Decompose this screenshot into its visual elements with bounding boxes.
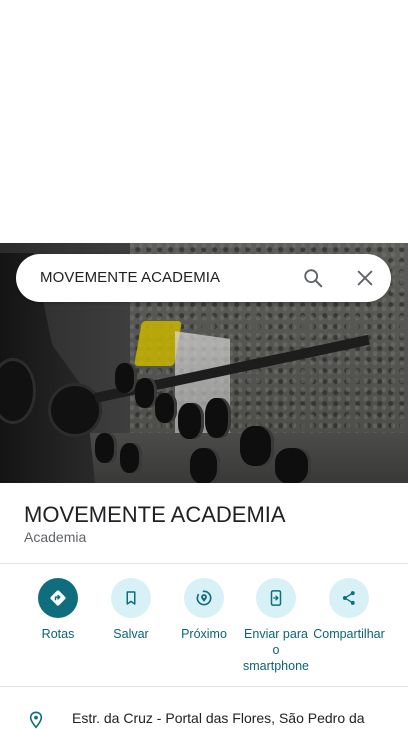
nearby-label: Próximo [181, 627, 227, 641]
save-button[interactable]: Salvar [95, 578, 167, 642]
search-bar[interactable]: MOVEMENTE ACADEMIA [16, 254, 391, 302]
nearby-button[interactable]: Próximo [168, 578, 240, 642]
place-title: MOVEMENTE ACADEMIA [24, 502, 286, 527]
search-input[interactable]: MOVEMENTE ACADEMIA [40, 269, 220, 286]
send-to-phone-icon [256, 578, 296, 618]
directions-button[interactable]: Rotas [22, 578, 94, 642]
divider [0, 686, 408, 687]
share-button[interactable]: Compartilhar [313, 578, 385, 642]
place-category: Academia [24, 529, 87, 545]
location-pin-icon [29, 711, 43, 729]
nearby-icon [184, 578, 224, 618]
share-icon [329, 578, 369, 618]
address-text: Estr. da Cruz - Portal das Flores, São P… [72, 710, 365, 726]
bookmark-icon [111, 578, 151, 618]
map-area-blank [0, 0, 408, 243]
directions-icon [38, 578, 78, 618]
directions-label: Rotas [41, 627, 75, 641]
search-icon[interactable] [302, 267, 324, 289]
send-to-phone-button[interactable]: Enviar para o smartphone [240, 578, 312, 674]
save-label: Salvar [113, 627, 149, 641]
share-label: Compartilhar [313, 627, 385, 641]
divider [0, 563, 408, 564]
send-to-phone-label: Enviar para o smartphone [242, 627, 309, 673]
close-icon[interactable] [354, 267, 376, 289]
address-row[interactable]: Estr. da Cruz - Portal das Flores, São P… [0, 700, 408, 729]
